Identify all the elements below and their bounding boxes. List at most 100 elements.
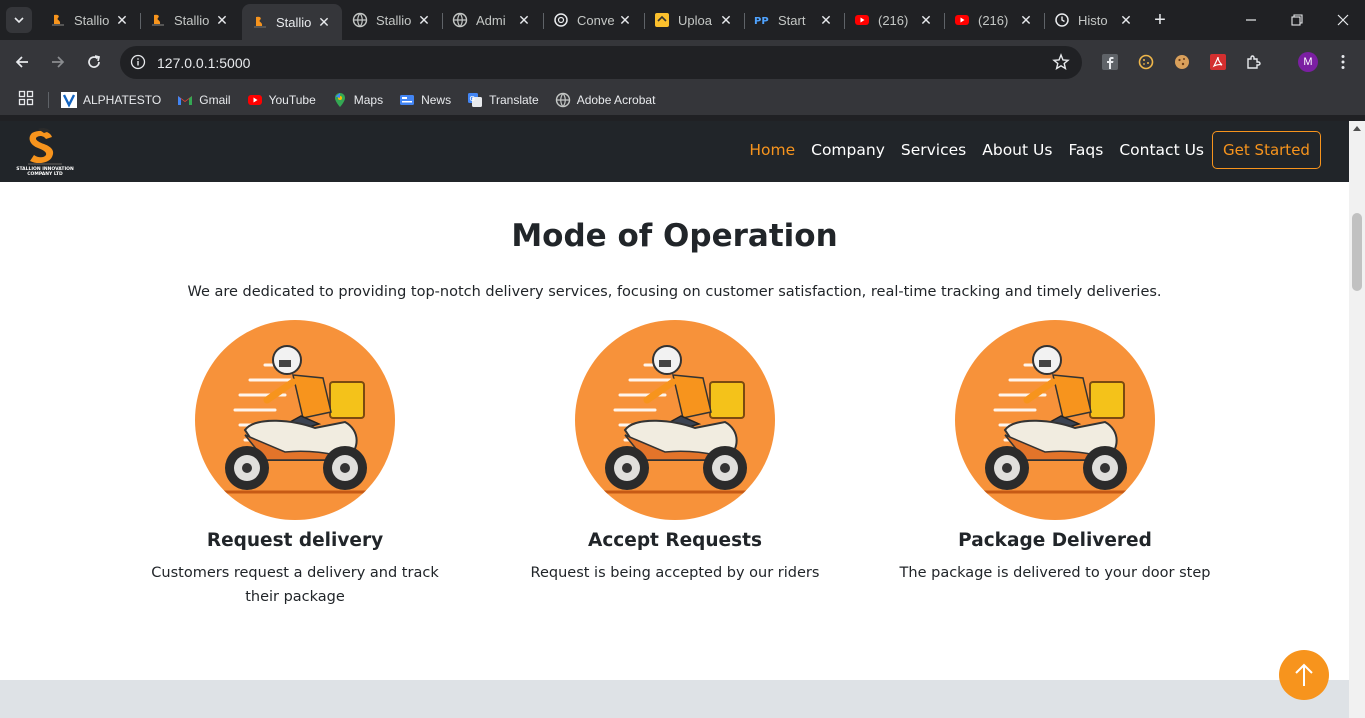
card-title: Request delivery <box>206 530 384 551</box>
close-icon[interactable]: ✕ <box>818 12 834 28</box>
globe-icon <box>352 12 368 28</box>
profile-avatar[interactable]: M <box>1298 52 1318 72</box>
tab-search-button[interactable] <box>6 7 32 33</box>
operation-card: Request delivery Customers request a del… <box>125 320 465 609</box>
tab-title: (216) <box>878 12 909 28</box>
bookmark-label: Translate <box>489 93 539 107</box>
close-icon[interactable]: ✕ <box>718 12 734 28</box>
svg-text:PP: PP <box>754 16 769 27</box>
bookmark-maps[interactable]: Maps <box>332 92 383 108</box>
delivery-rider-illustration <box>575 320 775 520</box>
bookmarks-bar: ALPHATESTO Gmail YouTube Maps News G Tra… <box>0 85 1365 115</box>
tab-title: Histo <box>1078 12 1108 28</box>
bookmark-gmail[interactable]: Gmail <box>177 92 231 108</box>
logo-text: STALLION INNOVATION COMPANY LTD <box>16 167 74 177</box>
cookie-editor-icon[interactable] <box>1173 53 1191 71</box>
kebab-menu-icon[interactable] <box>1334 53 1352 71</box>
gmail-icon <box>177 92 193 108</box>
web-page: STALLION INNOVATION COMPANY LTD Home Com… <box>0 121 1349 718</box>
cookie-extension-icon[interactable] <box>1137 53 1155 71</box>
tab-title: Stallio <box>276 14 312 30</box>
forward-arrow-icon[interactable] <box>46 50 70 74</box>
minimize-icon[interactable] <box>1241 10 1261 30</box>
translate-icon: G <box>467 92 483 108</box>
back-arrow-icon[interactable] <box>10 50 34 74</box>
reload-icon[interactable] <box>82 50 106 74</box>
tab-title: Start <box>778 12 806 28</box>
back-to-top-button[interactable] <box>1279 650 1329 700</box>
restore-icon[interactable] <box>1287 10 1307 30</box>
close-icon[interactable]: ✕ <box>918 12 934 28</box>
close-icon[interactable]: ✕ <box>114 12 130 28</box>
browser-tab[interactable]: (216) ✕ <box>844 4 944 36</box>
close-icon[interactable]: ✕ <box>316 14 332 30</box>
browser-tab[interactable]: Stallio ✕ <box>40 4 140 36</box>
card-text: Request is being accepted by our riders <box>530 565 820 581</box>
scrollbar-thumb[interactable] <box>1352 213 1362 291</box>
tab-title: Stallio <box>74 12 110 28</box>
tab-title: Admi <box>476 12 506 28</box>
bookmark-news[interactable]: News <box>399 92 451 108</box>
scroll-up-arrow-icon[interactable] <box>1353 126 1361 131</box>
nav-company[interactable]: Company <box>811 141 885 159</box>
close-icon[interactable]: ✕ <box>516 12 532 28</box>
browser-tab[interactable]: Uploa ✕ <box>644 4 744 36</box>
apps-grid-icon[interactable] <box>18 90 34 111</box>
close-icon[interactable]: ✕ <box>416 12 432 28</box>
get-started-button[interactable]: Get Started <box>1212 131 1321 169</box>
bookmark-label: YouTube <box>268 93 316 107</box>
card-title: Package Delivered <box>958 530 1152 551</box>
bookmark-adobe-acrobat[interactable]: Adobe Acrobat <box>555 92 655 108</box>
section-title: Mode of Operation <box>511 218 838 254</box>
browser-tab[interactable]: Conve ✕ <box>543 4 643 36</box>
close-icon[interactable]: ✕ <box>617 12 633 28</box>
section-subtitle: We are dedicated to providing top-notch … <box>187 284 1162 300</box>
nav-faqs[interactable]: Faqs <box>1068 141 1103 159</box>
browser-tab[interactable]: PP Start ✕ <box>744 4 844 36</box>
bookmark-translate[interactable]: G Translate <box>467 92 539 108</box>
browser-tab[interactable]: Stallio ✕ <box>342 4 442 36</box>
browser-tab[interactable]: (216) ✕ <box>944 4 1044 36</box>
tab-strip: Stallio ✕ Stallio ✕ Stallio ✕ Stallio ✕ … <box>0 0 1365 40</box>
browser-tab-active[interactable]: Stallio ✕ <box>242 4 342 40</box>
globe-icon <box>452 12 468 28</box>
news-icon <box>399 92 415 108</box>
url-text[interactable]: 127.0.0.1:5000 <box>157 55 250 71</box>
nav-contact-us[interactable]: Contact Us <box>1119 141 1204 159</box>
main-nav: Home Company Services About Us Faqs Cont… <box>733 141 1204 159</box>
tab-title: Stallio <box>376 12 412 28</box>
tab-title: Stallio <box>174 12 210 28</box>
site-header: STALLION INNOVATION COMPANY LTD Home Com… <box>0 121 1349 182</box>
youtube-icon <box>954 12 970 28</box>
close-icon[interactable]: ✕ <box>214 12 230 28</box>
extensions-puzzle-icon[interactable] <box>1245 53 1263 71</box>
card-title: Accept Requests <box>588 530 762 551</box>
stallion-logo-icon <box>50 12 66 28</box>
facebook-extension-icon[interactable] <box>1101 53 1119 71</box>
close-window-icon[interactable] <box>1333 10 1353 30</box>
bookmark-label: Maps <box>353 93 384 107</box>
browser-tab[interactable]: Admi ✕ <box>442 4 542 36</box>
nav-about-us[interactable]: About Us <box>982 141 1052 159</box>
site-logo[interactable]: STALLION INNOVATION COMPANY LTD <box>10 127 80 179</box>
new-tab-plus-icon[interactable]: + <box>1150 10 1170 30</box>
site-info-icon[interactable] <box>130 54 146 70</box>
address-bar[interactable]: 127.0.0.1:5000 <box>120 46 1082 79</box>
close-icon[interactable]: ✕ <box>1118 12 1134 28</box>
browser-tab[interactable]: Histo ✕ <box>1044 4 1144 36</box>
nav-home[interactable]: Home <box>749 141 795 159</box>
browser-tab[interactable]: Stallio ✕ <box>140 4 240 36</box>
bookmark-star-icon[interactable] <box>1052 53 1070 71</box>
stallion-logo-icon <box>252 14 268 30</box>
bookmark-alphatesto[interactable]: ALPHATESTO <box>61 92 161 108</box>
stallion-logo-icon <box>28 127 62 165</box>
alphatesto-icon <box>61 92 77 108</box>
page-scrollbar[interactable] <box>1349 121 1365 718</box>
nav-services[interactable]: Services <box>901 141 966 159</box>
bookmark-youtube[interactable]: YouTube <box>247 92 316 108</box>
close-icon[interactable]: ✕ <box>1018 12 1034 28</box>
next-section-band <box>0 680 1349 718</box>
operation-card: Accept Requests Request is being accepte… <box>505 320 845 585</box>
tab-title: Uploa <box>678 12 712 28</box>
adobe-acrobat-icon[interactable] <box>1209 53 1227 71</box>
